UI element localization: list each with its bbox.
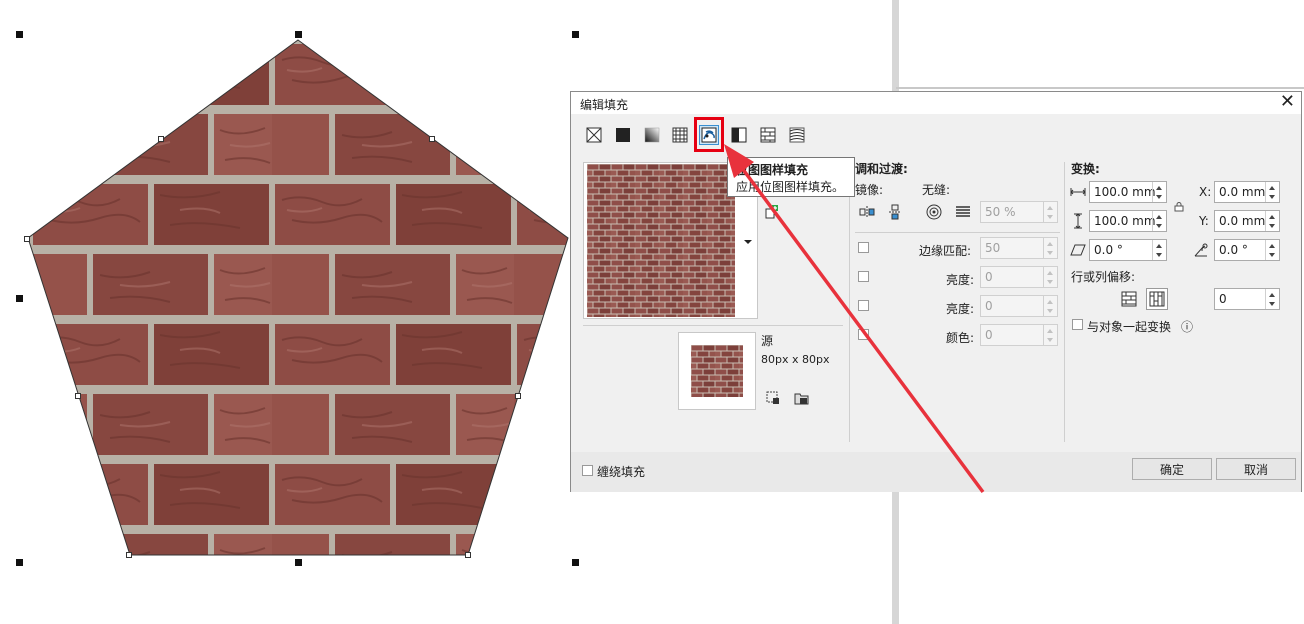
x-position-input[interactable]: 0.0 mm	[1214, 181, 1280, 203]
transform-with-object-checkbox[interactable]	[1072, 319, 1083, 330]
selection-handle-middle-left[interactable]	[16, 295, 23, 302]
y-position-input[interactable]: 0.0 mm	[1214, 210, 1280, 232]
skew-icon	[1070, 244, 1086, 256]
skew-input[interactable]: 0.0 °	[1089, 239, 1167, 261]
brick-pentagon-shape[interactable]	[0, 0, 590, 580]
separator	[1064, 162, 1065, 442]
offset-label: 行或列偏移:	[1071, 270, 1136, 284]
shape-node[interactable]	[515, 393, 521, 399]
cancel-button[interactable]: 取消	[1216, 458, 1296, 480]
height-icon	[1074, 213, 1082, 229]
selection-handle-bottom-left[interactable]	[16, 559, 23, 566]
rotate-input[interactable]: 0.0 °	[1214, 239, 1280, 261]
shape-node[interactable]	[465, 552, 471, 558]
dialog-titlebar: 编辑填充 ✕	[571, 92, 1301, 114]
rotate-icon	[1194, 243, 1208, 257]
x-label: X:	[1199, 185, 1212, 199]
transform-heading: 变换:	[1071, 162, 1100, 176]
shape-node[interactable]	[126, 552, 132, 558]
fountain-fill-icon[interactable]	[642, 125, 662, 145]
dialog-title: 编辑填充	[580, 98, 629, 112]
shape-node[interactable]	[158, 136, 164, 142]
height-input[interactable]: 100.0 mm	[1089, 210, 1167, 232]
page-border-horizontal	[896, 87, 1304, 89]
transform-with-object-label[interactable]: 与对象一起变换	[1087, 318, 1171, 335]
selection-handle-top-right[interactable]	[572, 31, 579, 38]
vector-pattern-icon[interactable]	[670, 125, 690, 145]
selection-handle-top-left[interactable]	[16, 31, 23, 38]
annotation-arrow	[724, 144, 985, 494]
width-input[interactable]: 100.0 mm	[1089, 181, 1167, 203]
selection-handle-bottom-right[interactable]	[572, 559, 579, 566]
close-icon[interactable]: ✕	[1280, 92, 1295, 112]
selection-handle-bottom-center[interactable]	[295, 559, 302, 566]
width-icon	[1070, 188, 1086, 196]
column-offset-icon	[1149, 291, 1165, 307]
y-label: Y:	[1199, 214, 1209, 228]
offset-input[interactable]: 0	[1214, 288, 1280, 310]
lock-ratio-icon[interactable]	[1174, 202, 1184, 212]
selection-handle-top-center[interactable]	[295, 31, 302, 38]
info-icon[interactable]: ⓘ	[1181, 318, 1193, 335]
column-offset-button[interactable]	[1146, 288, 1168, 310]
shape-node[interactable]	[75, 393, 81, 399]
wrap-fill-label[interactable]: 缠绕填充	[597, 463, 645, 480]
row-offset-icon[interactable]	[1121, 291, 1137, 307]
shape-node[interactable]	[24, 236, 30, 242]
uniform-fill-icon[interactable]	[613, 125, 633, 145]
no-fill-icon[interactable]	[584, 125, 604, 145]
shape-node[interactable]	[429, 136, 435, 142]
ok-button[interactable]: 确定	[1132, 458, 1212, 480]
wrap-fill-checkbox[interactable]	[582, 465, 593, 476]
